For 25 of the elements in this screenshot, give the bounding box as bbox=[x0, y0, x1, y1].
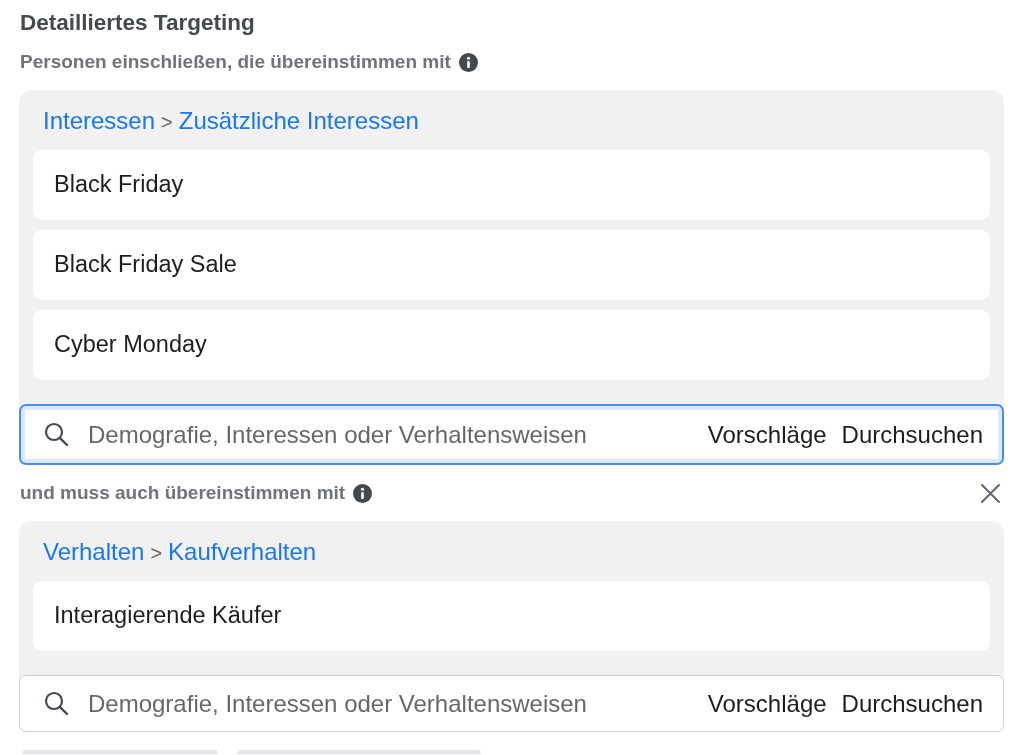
search-icon bbox=[44, 422, 69, 447]
breadcrumb-link[interactable]: Interessen bbox=[43, 107, 156, 134]
section-title: Detailliertes Targeting bbox=[20, 11, 256, 35]
info-icon bbox=[353, 483, 373, 503]
breadcrumb-link[interactable]: Zusätzliche Interessen bbox=[178, 107, 419, 134]
breadcrumb-link[interactable]: Kaufverhalten bbox=[168, 538, 317, 565]
search-action-button[interactable]: Vorschläge bbox=[707, 689, 827, 718]
search-action-button[interactable]: Vorschläge bbox=[707, 420, 827, 449]
section-label: Personen einschließen, die übereinstimmen mit bbox=[20, 52, 451, 72]
search-field[interactable]: Demografie, Interessen oder Verhaltensweisen Vorschläge Durchsuchen bbox=[19, 404, 1004, 465]
breadcrumb-separator: > bbox=[150, 542, 163, 564]
targeting-item: Black Friday bbox=[33, 150, 990, 220]
close-button[interactable] bbox=[980, 482, 1001, 504]
close-icon bbox=[980, 482, 1001, 504]
breadcrumb-link[interactable]: Verhalten bbox=[43, 538, 145, 565]
targeting-item: Interagierende Käufer bbox=[33, 581, 990, 651]
info-icon bbox=[458, 52, 478, 72]
search-icon bbox=[44, 691, 69, 716]
search-action-button[interactable]: Durchsuchen bbox=[841, 689, 983, 718]
targeting-item: Black Friday Sale bbox=[33, 230, 990, 300]
targeting-item: Cyber Monday bbox=[33, 310, 990, 380]
breadcrumb-separator: > bbox=[161, 111, 173, 133]
section-label: und muss auch übereinstimmen mit bbox=[20, 483, 346, 503]
search-action-button[interactable]: Durchsuchen bbox=[841, 420, 983, 449]
search-field[interactable]: Demografie, Interessen oder Verhaltensweisen Vorschläge Durchsuchen bbox=[19, 675, 1004, 732]
